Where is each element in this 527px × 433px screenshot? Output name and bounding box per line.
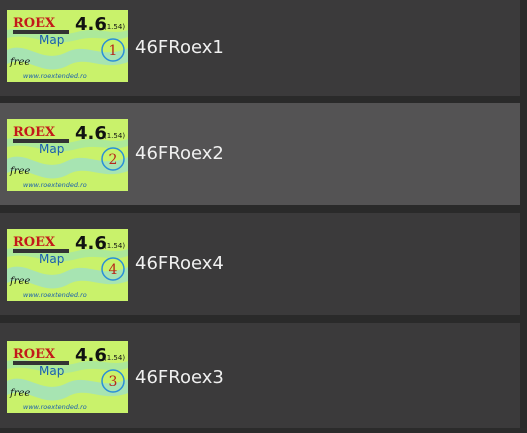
roex-map-logo: ROEX Map 4.6 (1.54) 4 free www.roextende…: [7, 229, 128, 301]
map-list-item[interactable]: ROEX Map 4.6 (1.54) 2 free www.roextende…: [0, 103, 520, 205]
map-label: Map: [39, 33, 64, 47]
brand-text: ROEX: [13, 347, 56, 362]
map-thumbnail: ROEX Map 4.6 (1.54) 1 free www.roextende…: [7, 10, 128, 82]
sub-version-text: (1.54): [104, 242, 125, 250]
map-label: Map: [39, 142, 64, 156]
free-label: free: [9, 166, 30, 177]
map-list-item[interactable]: ROEX Map 4.6 (1.54) 1 free www.roextende…: [0, 0, 520, 96]
brand-text: ROEX: [13, 235, 56, 250]
roex-map-logo: ROEX Map 4.6 (1.54) 3 free www.roextende…: [7, 341, 128, 413]
version-text: 4.6: [75, 14, 107, 35]
version-text: 4.6: [75, 233, 107, 254]
map-name: 46FRoex1: [135, 37, 224, 58]
map-number: 4: [109, 262, 118, 278]
map-label: Map: [39, 364, 64, 378]
roex-map-logo: ROEX Map 4.6 (1.54) 1 free www.roextende…: [7, 10, 128, 82]
sub-version-text: (1.54): [104, 132, 125, 140]
roex-map-logo: ROEX Map 4.6 (1.54) 2 free www.roextende…: [7, 119, 128, 191]
map-name: 46FRoex4: [135, 253, 224, 274]
map-label: Map: [39, 252, 64, 266]
map-number: 1: [109, 43, 118, 59]
free-label: free: [9, 276, 30, 287]
url-text: www.roextended.ro: [23, 72, 87, 80]
version-text: 4.6: [75, 123, 107, 144]
brand-text: ROEX: [13, 16, 56, 31]
sub-version-text: (1.54): [104, 354, 125, 362]
map-list: ROEX Map 4.6 (1.54) 1 free www.roextende…: [0, 0, 527, 428]
free-label: free: [9, 388, 30, 399]
url-text: www.roextended.ro: [23, 181, 87, 189]
map-number: 2: [109, 152, 118, 168]
map-thumbnail: ROEX Map 4.6 (1.54) 4 free www.roextende…: [7, 229, 128, 301]
map-number: 3: [109, 374, 118, 390]
map-name: 46FRoex3: [135, 367, 224, 388]
brand-text: ROEX: [13, 125, 56, 140]
map-thumbnail: ROEX Map 4.6 (1.54) 3 free www.roextende…: [7, 341, 128, 413]
version-text: 4.6: [75, 345, 107, 366]
map-list-item[interactable]: ROEX Map 4.6 (1.54) 4 free www.roextende…: [0, 213, 520, 315]
map-name: 46FRoex2: [135, 143, 224, 164]
url-text: www.roextended.ro: [23, 291, 87, 299]
map-list-item[interactable]: ROEX Map 4.6 (1.54) 3 free www.roextende…: [0, 323, 520, 428]
sub-version-text: (1.54): [104, 23, 125, 31]
url-text: www.roextended.ro: [23, 403, 87, 411]
map-thumbnail: ROEX Map 4.6 (1.54) 2 free www.roextende…: [7, 119, 128, 191]
free-label: free: [9, 57, 30, 68]
